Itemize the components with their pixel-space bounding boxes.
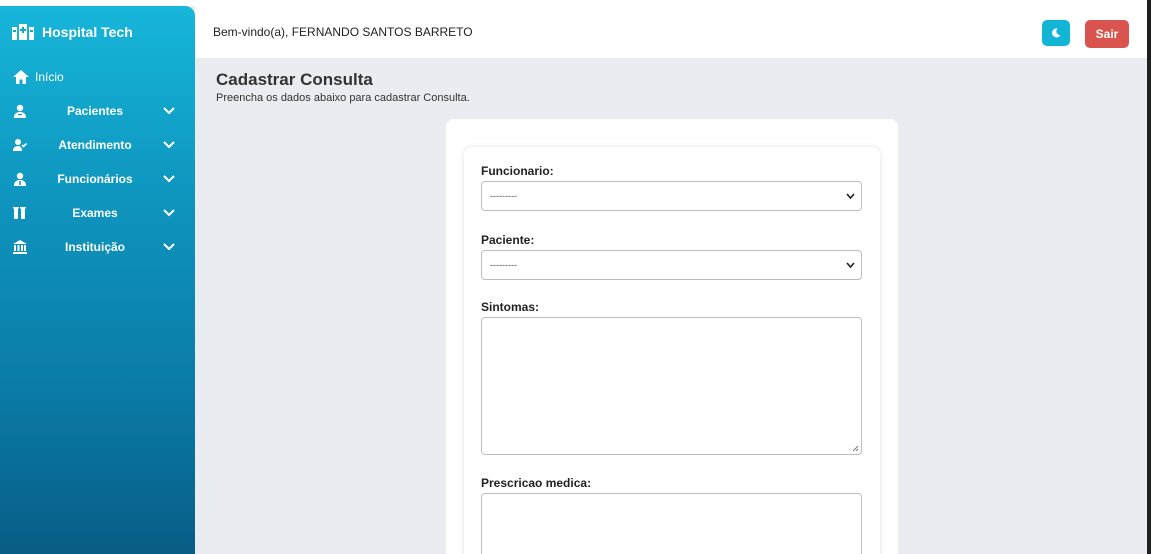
flask-icon [13, 207, 26, 219]
hospital-icon [12, 24, 34, 40]
chevron-down-icon [846, 193, 855, 200]
chevron-down-icon [163, 243, 175, 251]
paciente-select-value: --------- [490, 260, 517, 270]
sidebar-item-exames[interactable]: Exames [0, 196, 195, 230]
sidebar-item-label: Pacientes [66, 104, 124, 118]
home-icon [13, 70, 29, 84]
employee-icon [14, 172, 26, 186]
prescricao-label: Prescricao medica: [481, 476, 592, 490]
funcionario-label: Funcionario: [481, 164, 554, 178]
sidebar-item-label: Atendimento [58, 138, 132, 152]
funcionario-select[interactable]: --------- [481, 181, 862, 211]
sidebar-item-label: Funcionários [57, 172, 133, 186]
window-scrollbar[interactable] [1147, 0, 1151, 554]
sidebar-item-funcionarios[interactable]: Funcionários [0, 162, 195, 196]
sintomas-label: Sintomas: [481, 300, 540, 314]
chevron-down-icon [846, 262, 855, 269]
paciente-label: Paciente: [481, 233, 535, 247]
bank-icon [13, 240, 27, 254]
sidebar-item-label: Exames [72, 206, 118, 220]
user-check-icon [13, 139, 27, 151]
logout-button[interactable]: Sair [1085, 20, 1129, 48]
theme-toggle-button[interactable] [1042, 20, 1070, 46]
moon-icon [1052, 28, 1061, 38]
sidebar-item-label: Início [35, 70, 64, 84]
sidebar-item-inicio[interactable]: Início [0, 60, 195, 94]
brand[interactable]: Hospital Tech [0, 6, 195, 58]
prescricao-textarea[interactable] [481, 493, 862, 554]
top-header: Bem-vindo(a), FERNANDO SANTOS BARRETO Sa… [195, 6, 1147, 58]
chevron-down-icon [163, 175, 175, 183]
chevron-down-icon [163, 107, 175, 115]
patient-icon [14, 104, 26, 118]
resize-handle-icon[interactable] [852, 445, 859, 452]
page-subtitle: Preencha os dados abaixo para cadastrar … [216, 92, 470, 104]
sidebar-item-label: Instituição [64, 240, 125, 254]
page-title: Cadastrar Consulta [216, 70, 373, 89]
sidebar-item-atendimento[interactable]: Atendimento [0, 128, 195, 162]
sidebar-item-pacientes[interactable]: Pacientes [0, 94, 195, 128]
app-viewport: Hospital Tech Início Pacientes Atendimen… [0, 6, 1147, 554]
sidebar: Hospital Tech Início Pacientes Atendimen… [0, 6, 195, 554]
sintomas-textarea[interactable] [481, 317, 862, 455]
paciente-select[interactable]: --------- [481, 250, 862, 280]
chevron-down-icon [163, 209, 175, 217]
funcionario-select-value: --------- [490, 191, 517, 201]
welcome-text: Bem-vindo(a), FERNANDO SANTOS BARRETO [213, 25, 473, 39]
brand-name: Hospital Tech [42, 24, 133, 40]
chevron-down-icon [163, 141, 175, 149]
sidebar-item-instituicao[interactable]: Instituição [0, 230, 195, 264]
